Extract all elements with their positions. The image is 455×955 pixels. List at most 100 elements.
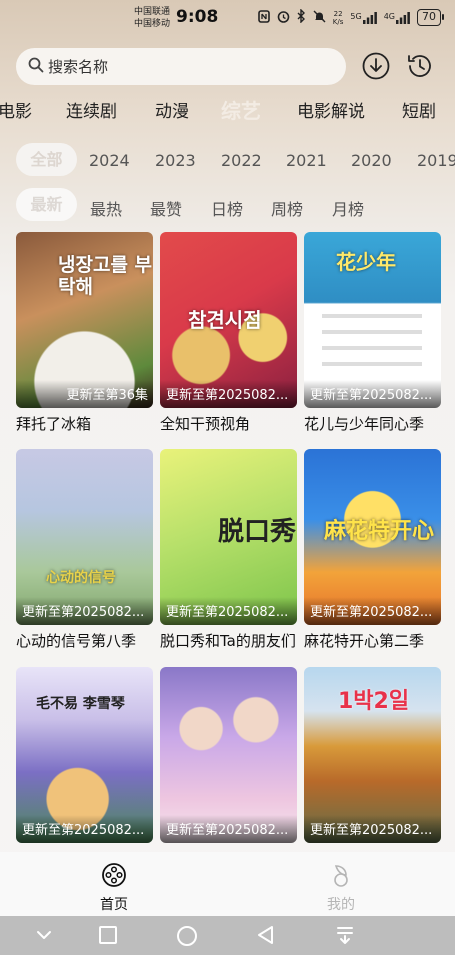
speed-unit: K/s <box>332 17 344 26</box>
back-button[interactable] <box>256 925 276 949</box>
tab-variety[interactable]: 综艺 <box>221 97 261 124</box>
mute-icon <box>313 10 326 26</box>
system-navigation-bar <box>0 916 455 955</box>
history-button[interactable] <box>405 51 435 81</box>
show-title: 全知干预视角 <box>160 415 251 433</box>
sponsor-line <box>322 346 422 350</box>
show-title: 拜托了冰箱 <box>16 415 92 433</box>
notification-shade-button[interactable] <box>335 925 355 949</box>
sponsor-line <box>322 330 422 334</box>
show-poster[interactable]: 1박2일 更新至第2025082... <box>304 667 441 843</box>
tab-short-drama[interactable]: 短剧 <box>402 97 436 122</box>
show-card[interactable]: 花少年 更新至第2025082... 花儿与少年同心季 <box>304 232 441 434</box>
sort-monthly[interactable]: 月榜 <box>332 196 364 220</box>
battery-indicator: 70 <box>417 9 444 26</box>
episode-badge: 更新至第36集 <box>66 388 148 403</box>
poster-title-art: 脱口秀 <box>218 517 297 547</box>
search-input[interactable]: 搜索名称 <box>16 48 346 85</box>
year-2019[interactable]: 2019 <box>417 151 455 170</box>
show-poster[interactable]: 花少年 更新至第2025082... <box>304 232 441 408</box>
sort-daily[interactable]: 日榜 <box>211 196 243 220</box>
status-icons: 22 K/s 5G 4G 70 <box>257 8 444 26</box>
year-2023[interactable]: 2023 <box>155 151 196 170</box>
poster-title-art: 麻花特开心 <box>324 519 435 544</box>
episode-badge: 更新至第2025082... <box>22 823 145 838</box>
show-card[interactable]: 1박2일 更新至第2025082... <box>304 667 441 843</box>
tab-anime[interactable]: 动漫 <box>155 97 189 122</box>
collapse-button[interactable] <box>34 925 54 949</box>
episode-badge: 更新至第2025082... <box>310 388 433 403</box>
signal-bars-icon <box>396 11 410 24</box>
show-poster[interactable]: 냉장고를 부탁해 更新至第36集 <box>16 232 153 408</box>
category-tabs: 电影 连续剧 动漫 综艺 电影解说 短剧 <box>0 97 455 125</box>
show-card[interactable]: 참견시점 更新至第2025082... 全知干预视角 <box>160 232 297 434</box>
profile-leaf-icon <box>334 865 348 887</box>
poster-title-art: 1박2일 <box>338 689 410 714</box>
sort-filter: 最新 最热 最赞 日榜 周榜 月榜 <box>0 188 455 222</box>
net-label-1: 5G <box>350 11 362 21</box>
year-2022[interactable]: 2022 <box>221 151 262 170</box>
year-2024[interactable]: 2024 <box>89 151 130 170</box>
year-all-button[interactable]: 全部 <box>16 143 77 176</box>
nav-mine[interactable]: 我的 <box>311 862 371 914</box>
show-card[interactable]: 麻花特开心 更新至第2025082... 麻花特开心第二季 <box>304 449 441 651</box>
signal-4g: 4G <box>384 11 410 24</box>
tab-movie[interactable]: 电影 <box>0 97 32 122</box>
sponsor-line <box>322 314 422 318</box>
episode-badge: 更新至第2025082... <box>166 605 289 620</box>
nfc-icon <box>257 9 270 26</box>
show-poster[interactable]: 참견시점 更新至第2025082... <box>160 232 297 408</box>
search-placeholder: 搜索名称 <box>48 58 109 76</box>
show-poster[interactable]: 毛不易 李雪琴 更新至第2025082... <box>16 667 153 843</box>
nav-mine-label: 我的 <box>327 897 355 913</box>
poster-title-art: 참견시점 <box>188 308 262 332</box>
sort-latest-button[interactable]: 最新 <box>16 188 77 221</box>
episode-badge: 更新至第2025082... <box>22 605 145 620</box>
show-card[interactable]: 냉장고를 부탁해 更新至第36集 拜托了冰箱 <box>16 232 153 434</box>
network-speed: 22 K/s <box>333 10 344 26</box>
year-all-label: 全部 <box>30 150 63 169</box>
sponsor-line <box>322 362 422 366</box>
speed-value: 22 <box>333 9 343 18</box>
back-triangle-icon <box>258 926 273 944</box>
film-reel-icon <box>102 863 126 887</box>
show-poster[interactable]: 心动的信号 更新至第2025082... <box>16 449 153 625</box>
show-poster[interactable]: 麻花特开心 更新至第2025082... <box>304 449 441 625</box>
status-bar: 中国联通 中国移动 9:08 22 K/s 5G 4G 70 <box>0 0 455 36</box>
show-poster[interactable]: 脱口秀 更新至第2025082... <box>160 449 297 625</box>
nav-home-label: 首页 <box>100 897 128 913</box>
sort-most-liked[interactable]: 最赞 <box>150 196 182 220</box>
download-icon <box>362 52 390 80</box>
sort-weekly[interactable]: 周榜 <box>271 196 303 220</box>
episode-badge: 更新至第2025082... <box>166 388 289 403</box>
alarm-icon <box>277 10 290 26</box>
show-card[interactable]: 心动的信号 更新至第2025082... 心动的信号第八季 <box>16 449 153 651</box>
poster-title-art: 花少年 <box>336 250 396 274</box>
show-title: 花儿与少年同心季 <box>304 415 425 433</box>
square-icon <box>99 926 117 944</box>
bottom-nav: 首页 我的 <box>0 852 455 916</box>
year-2021[interactable]: 2021 <box>286 151 327 170</box>
signal-5g: 5G <box>350 11 377 24</box>
show-poster[interactable]: 更新至第2025082... <box>160 667 297 843</box>
clock: 9:08 <box>176 7 219 27</box>
download-button[interactable] <box>361 51 391 81</box>
tab-movie-commentary[interactable]: 电影解说 <box>297 97 365 122</box>
episode-badge: 更新至第2025082... <box>166 823 289 838</box>
tab-series[interactable]: 连续剧 <box>66 97 117 122</box>
show-card[interactable]: 更新至第2025082... <box>160 667 297 843</box>
episode-badge: 更新至第2025082... <box>310 823 433 838</box>
search-icon <box>28 57 44 77</box>
recents-button[interactable] <box>98 925 118 949</box>
nav-home[interactable]: 首页 <box>84 862 144 914</box>
show-grid: 냉장고를 부탁해 更新至第36集 拜托了冰箱 참견시점 更新至第2025082.… <box>0 232 455 852</box>
sort-latest-label: 最新 <box>30 195 63 214</box>
year-2020[interactable]: 2020 <box>351 151 392 170</box>
sort-hottest[interactable]: 最热 <box>90 196 122 220</box>
home-button[interactable] <box>176 925 198 951</box>
carrier-2: 中国移动 <box>134 19 171 29</box>
show-card[interactable]: 毛不易 李雪琴 更新至第2025082... <box>16 667 153 843</box>
show-title: 脱口秀和Ta的朋友们 <box>160 632 296 650</box>
signal-bars-icon <box>362 11 377 24</box>
show-card[interactable]: 脱口秀 更新至第2025082... 脱口秀和Ta的朋友们 <box>160 449 297 651</box>
